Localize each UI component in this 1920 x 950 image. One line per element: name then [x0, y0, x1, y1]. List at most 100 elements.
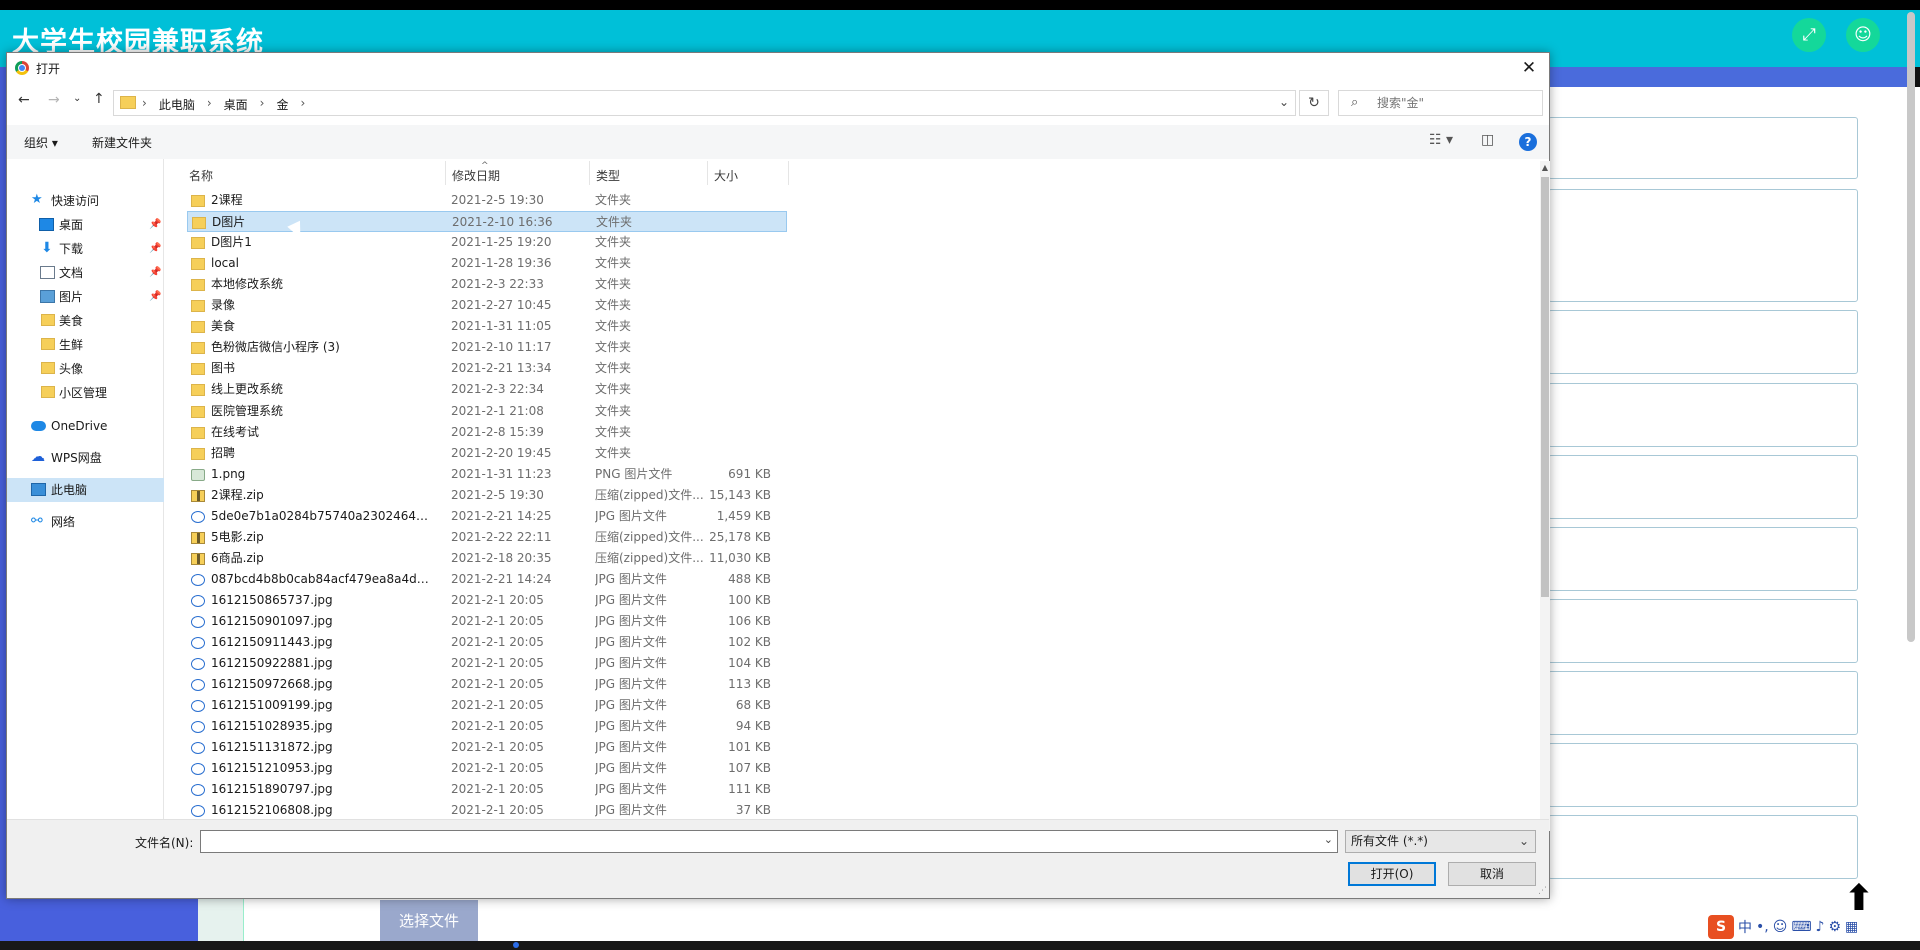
resize-grip-icon[interactable]: ⋰	[1538, 886, 1547, 896]
form-field[interactable]	[1548, 455, 1858, 519]
file-row[interactable]: 5de0e7b1a0284b75740a230246401e... 2021-2-…	[187, 506, 787, 527]
file-row[interactable]: 2课程 2021-2-5 19:30 文件夹	[187, 190, 787, 211]
chevron-down-icon[interactable]: ⌄	[1279, 95, 1289, 109]
breadcrumb-item[interactable]: 金	[276, 96, 288, 113]
search-box[interactable]: ⌕	[1338, 90, 1543, 116]
file-row[interactable]: local 2021-1-28 19:36 文件夹	[187, 253, 787, 274]
toolbox-icon[interactable]: ▦	[1845, 919, 1858, 935]
form-field[interactable]	[1548, 189, 1858, 302]
choose-file-button[interactable]: 选择文件	[380, 900, 478, 942]
nav-item-folder[interactable]: 头像	[7, 357, 164, 381]
column-divider[interactable]	[445, 161, 446, 185]
mic-icon[interactable]: ♪	[1816, 919, 1825, 935]
form-field[interactable]	[1548, 527, 1858, 591]
file-list-scrollbar[interactable]: ▲ ▼	[1540, 161, 1550, 831]
file-row[interactable]: 1612151210953.jpg 2021-2-1 20:05 JPG 图片文件 1…	[187, 758, 787, 779]
file-row[interactable]: 1612150922881.jpg 2021-2-1 20:05 JPG 图片文件 1…	[187, 653, 787, 674]
breadcrumb-item[interactable]: 桌面	[224, 96, 248, 113]
column-divider[interactable]	[589, 161, 590, 185]
file-row[interactable]: 087bcd4b8b0cab84acf479ea8a4d15c... 2021-2…	[187, 569, 787, 590]
skin-icon[interactable]: ⚙	[1828, 919, 1841, 935]
file-row[interactable]: 色粉微店微信小程序 (3) 2021-2-10 11:17 文件夹	[187, 337, 787, 358]
refresh-icon[interactable]: ↻	[1299, 90, 1329, 116]
pin-icon[interactable]: 📌	[149, 237, 161, 261]
nav-item-quick-access[interactable]: ★ 快速访问	[7, 189, 164, 213]
file-row[interactable]: 1612151009199.jpg 2021-2-1 20:05 JPG 图片文件 6…	[187, 695, 787, 716]
back-arrow-icon[interactable]: ←	[18, 92, 30, 108]
new-folder-button[interactable]: 新建文件夹	[92, 134, 152, 151]
preview-pane-icon[interactable]: ◫	[1481, 132, 1494, 148]
column-header-date[interactable]: 修改日期	[452, 167, 500, 184]
emoji-icon[interactable]: ☺	[1773, 919, 1788, 935]
pin-icon[interactable]: 📌	[149, 261, 161, 285]
view-options-icon[interactable]: ☷ ▾	[1429, 132, 1453, 148]
column-divider[interactable]	[788, 161, 789, 185]
nav-item-this-pc[interactable]: 此电脑	[7, 478, 164, 502]
nav-item-desktop[interactable]: 桌面 📌	[7, 213, 164, 237]
file-row[interactable]: 线上更改系统 2021-2-3 22:34 文件夹	[187, 379, 787, 400]
file-row[interactable]: 图书 2021-2-21 13:34 文件夹	[187, 358, 787, 379]
close-icon[interactable]: ✕	[1517, 56, 1541, 80]
filetype-select[interactable]: 所有文件 (*.*) ⌄	[1345, 830, 1536, 853]
address-bar[interactable]: › 此电脑 › 桌面 › 金 › ⌄	[113, 90, 1296, 116]
form-field[interactable]	[1548, 383, 1858, 447]
nav-item-folder[interactable]: 美食	[7, 309, 164, 333]
file-row[interactable]: 1612150972668.jpg 2021-2-1 20:05 JPG 图片文件 1…	[187, 674, 787, 695]
cancel-button[interactable]: 取消	[1448, 862, 1536, 886]
fullscreen-icon[interactable]: ⤢	[1792, 18, 1826, 52]
open-button[interactable]: 打开(O)	[1348, 862, 1436, 886]
nav-item-downloads[interactable]: ⬇ 下载 📌	[7, 237, 164, 261]
nav-item-pictures[interactable]: 图片 📌	[7, 285, 164, 309]
nav-item-folder[interactable]: 小区管理	[7, 381, 164, 405]
file-row[interactable]: 1612150901097.jpg 2021-2-1 20:05 JPG 图片文件 1…	[187, 611, 787, 632]
punctuation-icon[interactable]: •,	[1756, 919, 1769, 935]
sogou-ime-icon[interactable]: S	[1708, 914, 1734, 939]
nav-item-wps-cloud[interactable]: ☁ WPS网盘	[7, 446, 164, 470]
file-row[interactable]: D图片1 2021-1-25 19:20 文件夹	[187, 232, 787, 253]
column-header-name[interactable]: 名称	[189, 167, 213, 184]
file-row[interactable]: 5电影.zip 2021-2-22 22:11 压缩(zipped)文件... 25,…	[187, 527, 787, 548]
form-field[interactable]	[1548, 815, 1858, 879]
up-arrow-icon[interactable]: ↑	[93, 91, 105, 107]
form-field[interactable]	[1548, 599, 1858, 663]
column-header-type[interactable]: 类型	[596, 167, 620, 184]
column-header-size[interactable]: 大小	[714, 167, 738, 184]
file-row[interactable]: 6商品.zip 2021-2-18 20:35 压缩(zipped)文件... 11,…	[187, 548, 787, 569]
file-row[interactable]: 医院管理系统 2021-2-1 21:08 文件夹	[187, 401, 787, 422]
file-row[interactable]: 美食 2021-1-31 11:05 文件夹	[187, 316, 787, 337]
help-icon[interactable]: ?	[1519, 133, 1537, 151]
page-scrollbar[interactable]	[1907, 12, 1915, 642]
file-row[interactable]: 2课程.zip 2021-2-5 19:30 压缩(zipped)文件... 15,1…	[187, 485, 787, 506]
organize-button[interactable]: 组织 ▾	[24, 134, 58, 151]
nav-item-network[interactable]: ⚯ 网络	[7, 510, 164, 534]
file-row[interactable]: 本地修改系统 2021-2-3 22:33 文件夹	[187, 274, 787, 295]
breadcrumb-item[interactable]: 此电脑	[159, 96, 195, 113]
column-divider[interactable]	[707, 161, 708, 185]
forward-arrow-icon[interactable]: →	[48, 92, 60, 108]
file-row[interactable]: 1612151028935.jpg 2021-2-1 20:05 JPG 图片文件 9…	[187, 716, 787, 737]
file-row[interactable]: D图片 2021-2-10 16:36 文件夹	[187, 211, 787, 233]
scrollbar-thumb[interactable]	[1541, 177, 1549, 597]
pin-icon[interactable]: 📌	[149, 213, 161, 237]
user-icon[interactable]: ☺	[1846, 18, 1880, 52]
form-field[interactable]	[1548, 117, 1858, 179]
ime-mode-indicator[interactable]: 中	[1738, 917, 1752, 937]
keyboard-icon[interactable]: ⌨	[1791, 919, 1811, 935]
nav-item-onedrive[interactable]: OneDrive	[7, 414, 164, 438]
file-row[interactable]: 1612151131872.jpg 2021-2-1 20:05 JPG 图片文件 1…	[187, 737, 787, 758]
search-input[interactable]	[1377, 94, 1537, 112]
nav-item-folder[interactable]: 生鲜	[7, 333, 164, 357]
filename-input[interactable]: ⌄	[200, 830, 1338, 853]
form-field[interactable]	[1548, 310, 1858, 374]
recent-locations-icon[interactable]: ⌄	[73, 93, 81, 104]
scroll-up-icon[interactable]: ▲	[1540, 163, 1550, 172]
form-field[interactable]	[1548, 743, 1858, 807]
file-row[interactable]: 录像 2021-2-27 10:45 文件夹	[187, 295, 787, 316]
chevron-down-icon[interactable]: ⌄	[1324, 833, 1333, 846]
file-row[interactable]: 1.png 2021-1-31 11:23 PNG 图片文件 691 KB	[187, 464, 787, 485]
file-row[interactable]: 1612151890797.jpg 2021-2-1 20:05 JPG 图片文件 1…	[187, 779, 787, 800]
file-row[interactable]: 在线考试 2021-2-8 15:39 文件夹	[187, 422, 787, 443]
file-row[interactable]: 1612150911443.jpg 2021-2-1 20:05 JPG 图片文件 1…	[187, 632, 787, 653]
form-field[interactable]	[1548, 671, 1858, 735]
file-row[interactable]: 1612150865737.jpg 2021-2-1 20:05 JPG 图片文件 1…	[187, 590, 787, 611]
